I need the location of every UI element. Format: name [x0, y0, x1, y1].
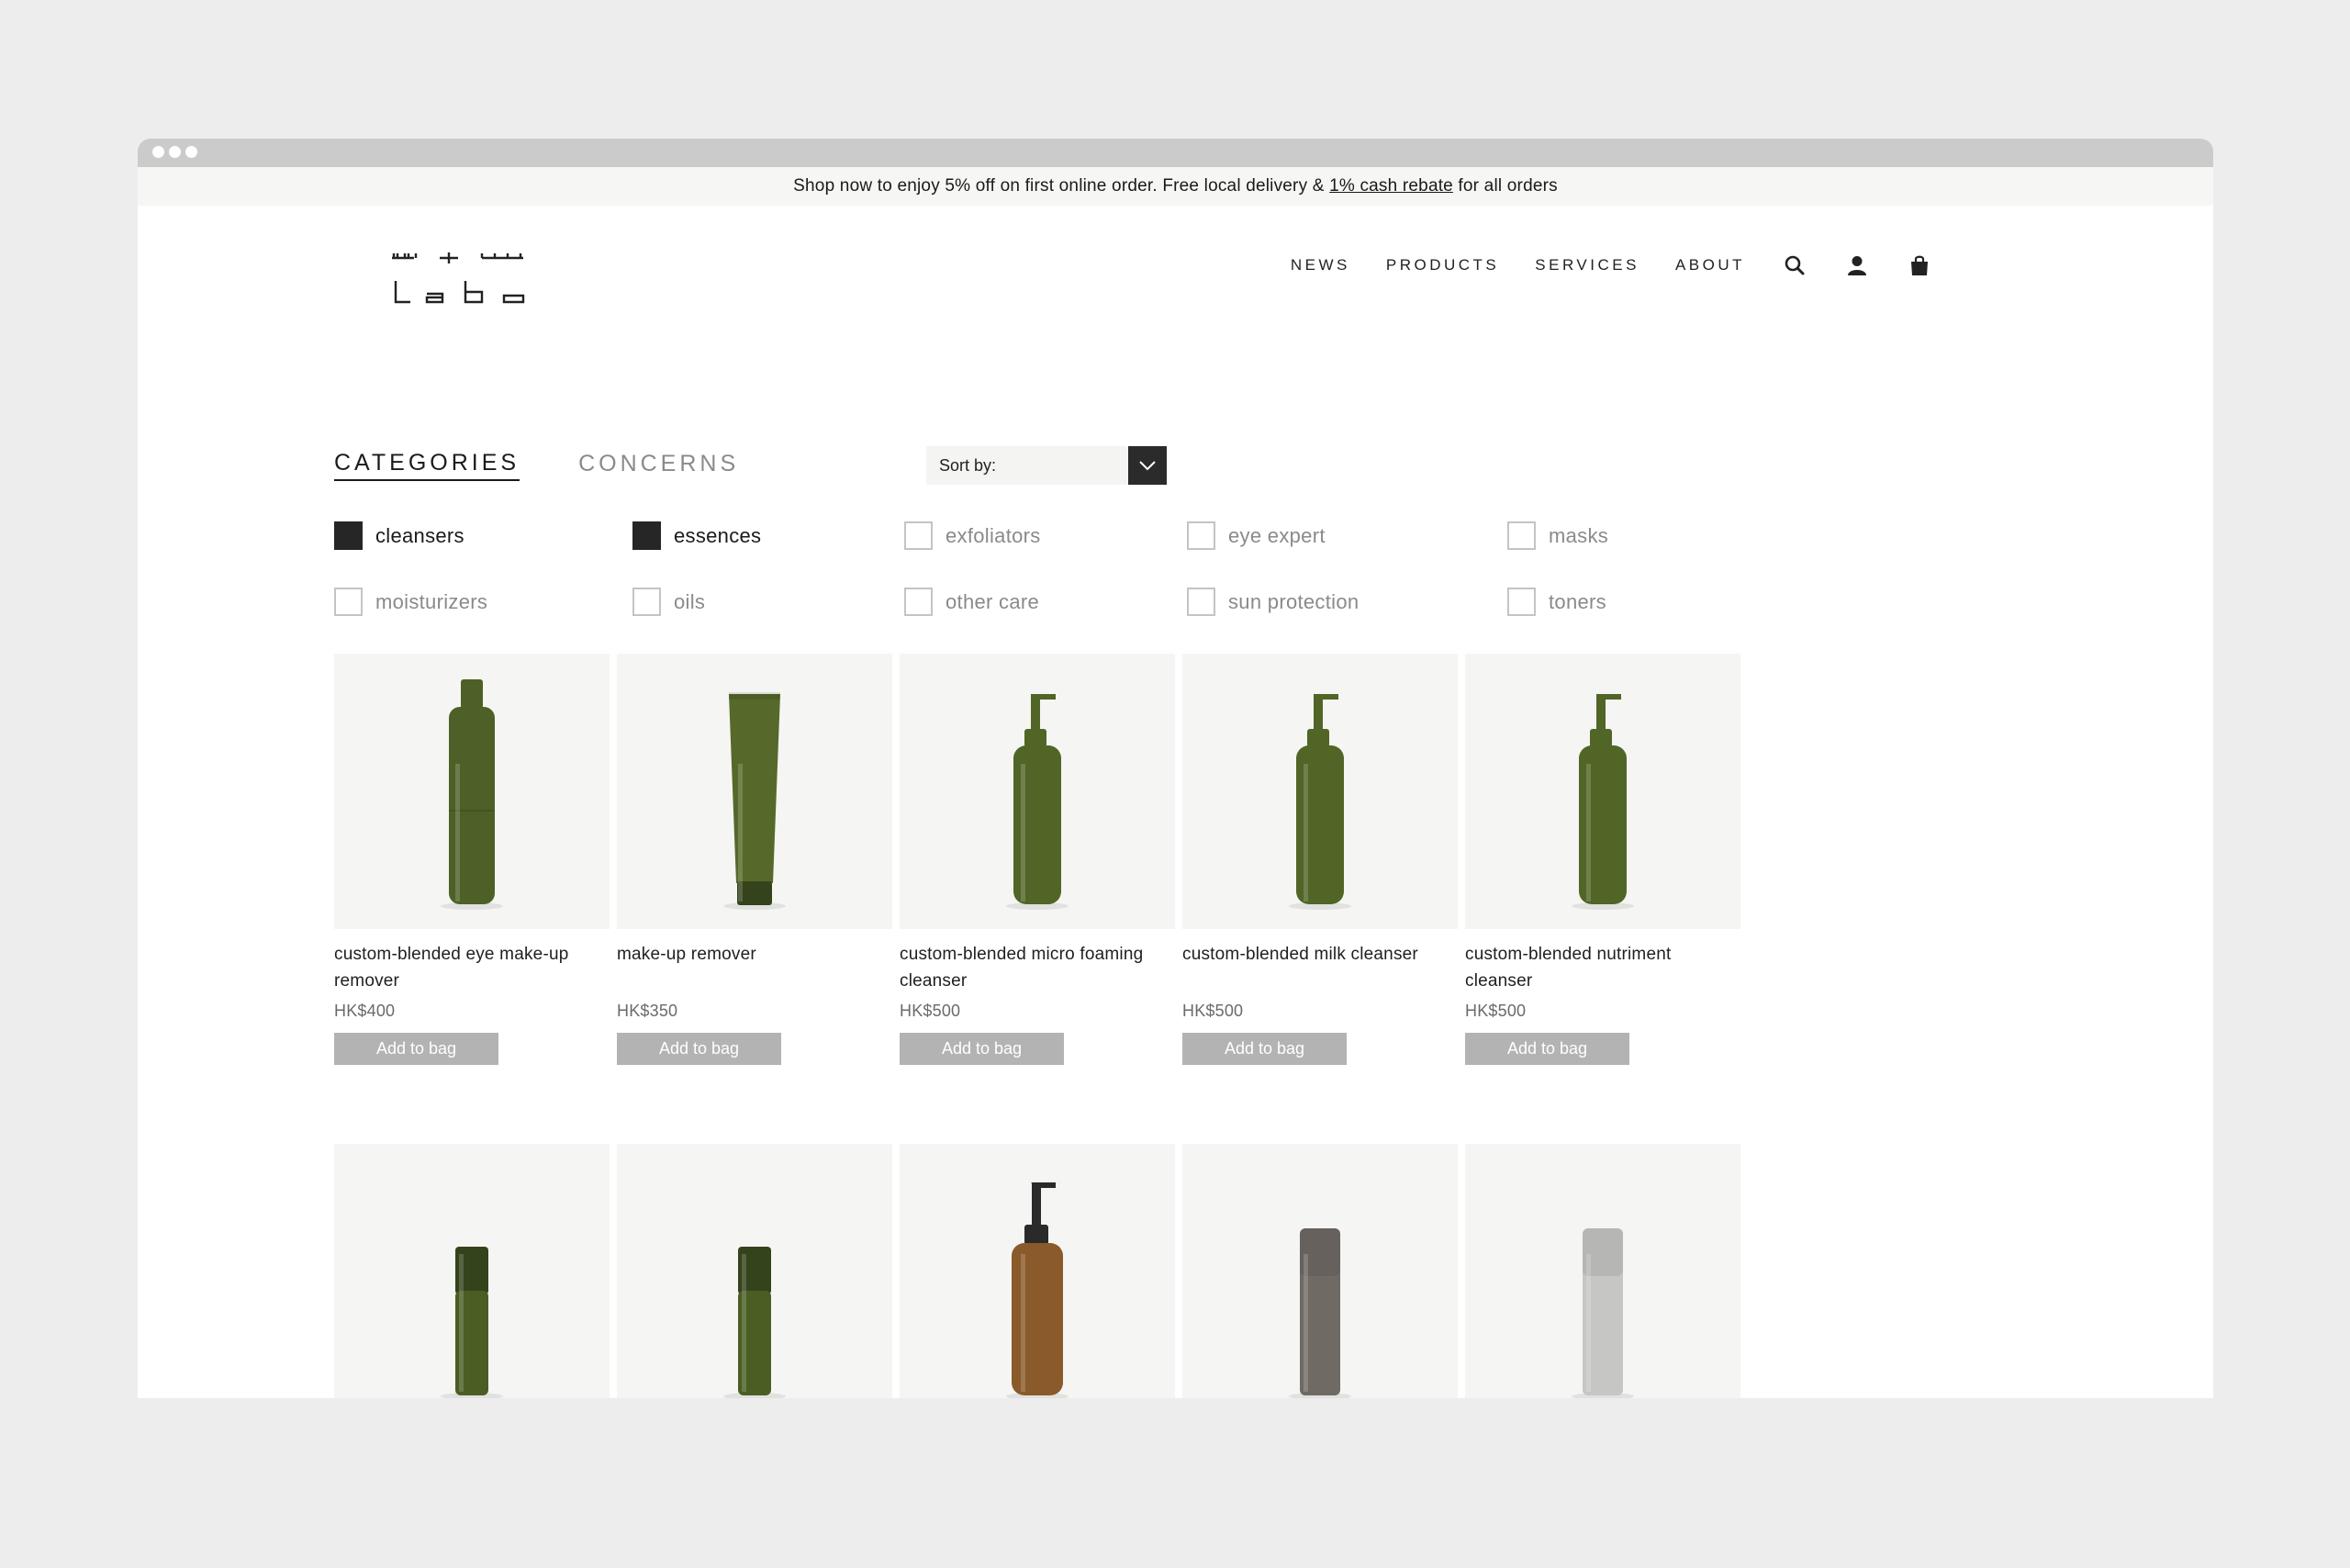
checkbox[interactable] [1507, 521, 1536, 550]
product-image[interactable] [334, 1144, 610, 1398]
category-label: eye expert [1228, 523, 1326, 547]
nav-news[interactable]: NEWS [1291, 256, 1350, 274]
mtm-labo-logo[interactable] [392, 250, 525, 310]
tab-categories[interactable]: CATEGORIES [334, 450, 520, 481]
product-price: HK$500 [1465, 1002, 1527, 1020]
product-card[interactable] [1182, 1144, 1458, 1398]
site-header: NEWS PRODUCTS SERVICES ABOUT [138, 206, 2213, 371]
account-icon[interactable] [1844, 252, 1870, 278]
chevron-down-icon[interactable] [1128, 446, 1167, 485]
product-card[interactable]: custom-blended milk cleanser HK$500 Add to… [1182, 654, 1458, 1065]
window-dot-icon[interactable] [152, 146, 164, 158]
product-image[interactable] [334, 654, 610, 929]
checkbox[interactable] [334, 588, 363, 616]
category-label: essences [674, 523, 762, 547]
product-card[interactable] [617, 1144, 892, 1398]
shopping-bag-icon[interactable] [1907, 252, 1932, 278]
nav-products[interactable]: PRODUCTS [1386, 256, 1499, 274]
category-label: toners [1549, 589, 1606, 613]
product-image[interactable] [900, 654, 1175, 929]
product-card[interactable] [1465, 1144, 1740, 1398]
product-image[interactable] [617, 1144, 892, 1398]
browser-window: Shop now to enjoy 5% off on first online… [138, 139, 2213, 1398]
product-card[interactable]: custom-blended nutriment cleanser HK$500 A… [1465, 654, 1740, 1065]
add-to-bag-button[interactable]: Add to bag [617, 1033, 781, 1065]
category-eye-expert[interactable]: eye expert [1187, 521, 1326, 550]
promo-text: Shop now to enjoy 5% off on first online… [793, 176, 1330, 196]
category-filters: cleansers essences exfoliators eye expert ma… [334, 521, 1895, 632]
nav-services[interactable]: SERVICES [1535, 256, 1639, 274]
promo-text-end: for all orders [1452, 176, 1558, 196]
category-sun-protection[interactable]: sun protection [1187, 588, 1359, 616]
product-name[interactable]: custom-blended nutriment cleanser [1465, 941, 1740, 994]
window-dot-icon[interactable] [185, 146, 197, 158]
cash-rebate-link[interactable]: 1% cash rebate [1329, 176, 1453, 196]
product-image[interactable] [1465, 1144, 1740, 1398]
category-label: cleansers [375, 523, 464, 547]
window-controls[interactable] [152, 146, 197, 158]
checkbox[interactable] [1507, 588, 1536, 616]
category-essences[interactable]: essences [632, 521, 761, 550]
product-image[interactable] [1465, 654, 1740, 929]
promo-banner: Shop now to enjoy 5% off on first online… [138, 167, 2213, 206]
category-label: exfoliators [946, 523, 1041, 547]
category-label: other care [946, 589, 1040, 613]
checkbox[interactable] [904, 588, 933, 616]
main-nav: NEWS PRODUCTS SERVICES ABOUT [1291, 252, 1932, 278]
product-card[interactable] [900, 1144, 1175, 1398]
category-label: sun protection [1228, 589, 1360, 613]
product-card[interactable] [334, 1144, 610, 1398]
product-name[interactable]: custom-blended micro foaming cleanser [900, 941, 1175, 994]
product-card[interactable]: custom-blended eye make-up remover HK$400… [334, 654, 610, 1065]
product-price: HK$350 [617, 1002, 678, 1020]
filter-bar: CATEGORIES CONCERNS Sort by: [334, 444, 1931, 486]
window-dot-icon[interactable] [169, 146, 181, 158]
sort-dropdown[interactable]: Sort by: [926, 446, 1167, 485]
nav-about[interactable]: ABOUT [1675, 256, 1745, 274]
checkbox[interactable] [904, 521, 933, 550]
title-bar [138, 139, 2213, 167]
category-toners[interactable]: toners [1507, 588, 1606, 616]
category-masks[interactable]: masks [1507, 521, 1608, 550]
category-oils[interactable]: oils [632, 588, 705, 616]
category-exfoliators[interactable]: exfoliators [904, 521, 1041, 550]
sort-label: Sort by: [939, 455, 997, 475]
product-image[interactable] [900, 1144, 1175, 1398]
product-card[interactable]: make-up remover HK$350 Add to bag [617, 654, 892, 1065]
add-to-bag-button[interactable]: Add to bag [1465, 1033, 1629, 1065]
product-name[interactable]: custom-blended milk cleanser [1182, 941, 1458, 994]
filter-tabs: CATEGORIES CONCERNS Sort by: [334, 444, 1931, 486]
category-label: moisturizers [375, 589, 488, 613]
category-label: masks [1549, 523, 1609, 547]
checkbox[interactable] [334, 521, 363, 550]
checkbox[interactable] [1187, 521, 1215, 550]
category-cleansers[interactable]: cleansers [334, 521, 464, 550]
product-card[interactable]: custom-blended micro foaming cleanser HK$… [900, 654, 1175, 1065]
product-image[interactable] [1182, 1144, 1458, 1398]
product-image[interactable] [617, 654, 892, 929]
category-label: oils [674, 589, 706, 613]
tab-concerns[interactable]: CONCERNS [578, 451, 739, 480]
add-to-bag-button[interactable]: Add to bag [334, 1033, 498, 1065]
checkbox[interactable] [1187, 588, 1215, 616]
checkbox[interactable] [632, 521, 661, 550]
product-name[interactable]: custom-blended eye make-up remover [334, 941, 610, 994]
product-image[interactable] [1182, 654, 1458, 929]
product-price: HK$500 [900, 1002, 961, 1020]
add-to-bag-button[interactable]: Add to bag [900, 1033, 1064, 1065]
product-price: HK$500 [1182, 1002, 1244, 1020]
category-moisturizers[interactable]: moisturizers [334, 588, 487, 616]
add-to-bag-button[interactable]: Add to bag [1182, 1033, 1347, 1065]
product-price: HK$400 [334, 1002, 396, 1020]
category-other-care[interactable]: other care [904, 588, 1039, 616]
checkbox[interactable] [632, 588, 661, 616]
product-name[interactable]: make-up remover [617, 941, 892, 994]
search-icon[interactable] [1782, 252, 1807, 278]
